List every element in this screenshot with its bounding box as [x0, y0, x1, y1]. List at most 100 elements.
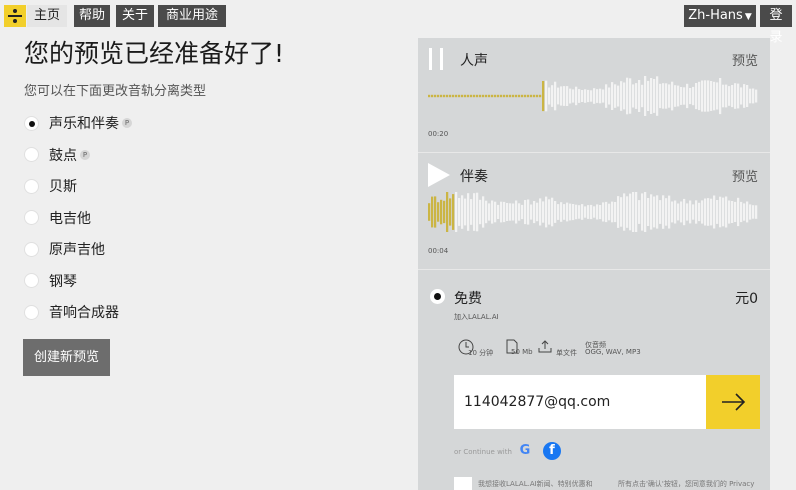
- feature-upload: 单文件: [556, 349, 577, 357]
- waveform-bar: [737, 83, 740, 109]
- radio-button[interactable]: [24, 147, 39, 162]
- waveform-bar: [689, 88, 692, 105]
- language-value: Zh-Hans: [688, 8, 743, 23]
- nav-commercial[interactable]: 商业用途: [158, 5, 226, 27]
- waveform-vocals[interactable]: [428, 76, 758, 116]
- upload-icon: [538, 340, 552, 353]
- waveform-bar: [611, 82, 614, 110]
- pause-icon[interactable]: [428, 48, 446, 70]
- plan-price: 元0: [735, 291, 758, 307]
- option-label: 电吉他: [49, 210, 91, 227]
- language-select[interactable]: Zh-Hans ▼: [684, 5, 756, 27]
- separation-option[interactable]: 电吉他: [24, 208, 91, 228]
- waveform-bar: [728, 86, 731, 106]
- waveform-bar: [503, 201, 506, 223]
- option-label: 贝斯: [49, 179, 77, 195]
- waveform-bar: [572, 89, 575, 103]
- waveform-bar: [521, 204, 524, 220]
- radio-button[interactable]: [24, 304, 39, 320]
- waveform-bar: [566, 86, 569, 106]
- waveform-bar: [719, 78, 722, 115]
- waveform-bar: [566, 202, 569, 222]
- arrow-right-icon: [722, 393, 746, 411]
- waveform-bar: [446, 192, 449, 232]
- waveform-bar: [464, 94, 467, 98]
- waveform-bar: [461, 94, 464, 98]
- waveform-bar: [650, 194, 653, 230]
- play-icon[interactable]: [428, 163, 450, 187]
- waveform-bar: [539, 94, 542, 98]
- waveform-bar: [506, 203, 509, 221]
- radio-button[interactable]: [24, 241, 39, 257]
- submit-button[interactable]: [706, 375, 760, 429]
- waveform-bar: [599, 88, 602, 104]
- separation-option[interactable]: 音响合成器: [24, 302, 119, 322]
- google-icon[interactable]: G: [516, 442, 534, 460]
- waveform-bar: [581, 90, 584, 102]
- track-preview-link-accompaniment[interactable]: 预览: [732, 166, 758, 185]
- waveform-bar: [611, 201, 614, 223]
- waveform-bar: [692, 204, 695, 220]
- create-preview-button[interactable]: 创建新预览: [23, 339, 110, 376]
- waveform-bar: [719, 196, 722, 228]
- waveform-bar: [632, 192, 635, 232]
- separation-option[interactable]: 贝斯: [24, 176, 77, 196]
- waveform-bar: [695, 200, 698, 224]
- nav-about[interactable]: 关于: [116, 5, 154, 27]
- waveform-bar: [620, 81, 623, 111]
- waveform-bar: [650, 78, 653, 114]
- login-button[interactable]: 登录: [760, 5, 792, 45]
- waveform-bar: [725, 84, 728, 108]
- waveform-bar: [524, 94, 527, 98]
- radio-button[interactable]: [24, 210, 39, 225]
- page-subtitle: 您可以在下面更改音轨分离类型: [24, 84, 207, 99]
- newsletter-checkbox[interactable]: [454, 477, 472, 490]
- separation-option[interactable]: 原声吉他: [24, 239, 105, 259]
- waveform-bar: [710, 198, 713, 226]
- plan-name: 免费: [454, 291, 482, 307]
- waveform-bar: [563, 204, 566, 220]
- email-input[interactable]: 114042877@qq.com: [454, 375, 706, 429]
- nav-help[interactable]: 帮助: [74, 5, 110, 27]
- nav-home[interactable]: 主页: [27, 5, 67, 27]
- waveform-bar: [434, 196, 437, 228]
- waveform-bar: [641, 84, 644, 108]
- waveform-bar: [743, 84, 746, 108]
- waveform-bar: [644, 192, 647, 232]
- waveform-bar: [545, 80, 548, 112]
- facebook-icon[interactable]: f: [543, 442, 561, 460]
- radio-button[interactable]: [24, 178, 39, 194]
- waveform-bar: [584, 89, 587, 103]
- waveform-bar: [740, 87, 743, 105]
- separation-option[interactable]: 声乐和伴奏 P: [24, 113, 132, 133]
- waveform-bar: [755, 205, 758, 219]
- waveform-bar: [578, 205, 581, 219]
- plan-radio-free[interactable]: [430, 289, 445, 304]
- separation-option[interactable]: 鼓点 P: [24, 145, 90, 165]
- waveform-bar: [515, 94, 518, 98]
- waveform-bar: [653, 196, 656, 228]
- waveform-bar: [587, 89, 590, 103]
- waveform-bar: [575, 204, 578, 220]
- radio-button[interactable]: [24, 273, 39, 288]
- waveform-bar: [530, 204, 533, 220]
- track-preview-link-vocals[interactable]: 预览: [732, 50, 758, 69]
- waveform-bar: [542, 201, 545, 223]
- radio-button[interactable]: [24, 115, 39, 131]
- waveform-bar: [698, 202, 701, 222]
- waveform-bar: [701, 200, 704, 224]
- logo-icon[interactable]: [4, 5, 26, 27]
- waveform-bar: [518, 94, 521, 98]
- waveform-bar: [605, 84, 608, 108]
- premium-badge: P: [80, 149, 90, 160]
- waveform-bar: [590, 90, 593, 102]
- waveform-bar: [731, 201, 734, 223]
- waveform-bar: [707, 80, 710, 112]
- chevron-down-icon: ▼: [744, 12, 752, 22]
- waveform-bar: [659, 83, 662, 109]
- waveform-bar: [638, 200, 641, 224]
- track-title-accompaniment: 伴奏: [460, 169, 488, 185]
- waveform-accompaniment[interactable]: [428, 192, 758, 232]
- separation-option[interactable]: 钢琴: [24, 271, 77, 291]
- track-time-vocals: 00:20: [428, 130, 449, 138]
